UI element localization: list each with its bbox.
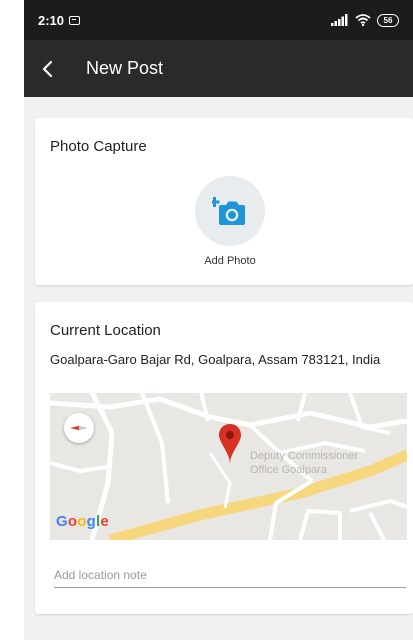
poi-label-line2: Office Goalpara: [250, 464, 327, 476]
google-logo-letter: e: [100, 513, 109, 530]
google-logo-letter: o: [77, 513, 87, 530]
current-location-card: Current Location Goalpara-Garo Bajar Rd,…: [35, 302, 413, 614]
signal-icon: [331, 14, 349, 26]
photo-capture-title: Photo Capture: [50, 138, 147, 155]
current-location-title: Current Location: [50, 322, 161, 339]
add-photo-label: Add Photo: [204, 255, 256, 267]
wifi-icon: [355, 14, 371, 26]
map-view[interactable]: Deputy Commissioner Office Goalpara Goog…: [50, 393, 407, 540]
add-photo-button[interactable]: [195, 176, 265, 246]
poi-label-line1: Deputy Commissioner: [250, 450, 359, 462]
address-text: Goalpara-Garo Bajar Rd, Goalpara, Assam …: [50, 352, 381, 367]
phone-screen: 2:10 56 New Post Photo Capture Add Photo…: [24, 0, 413, 640]
google-logo-letter: g: [86, 513, 96, 530]
location-pin-icon: [218, 423, 242, 470]
map-poi-label: Deputy Commissioner Office Goalpara: [250, 449, 400, 477]
compass-button[interactable]: [64, 413, 94, 443]
battery-indicator: 56: [377, 13, 399, 27]
status-bar: 2:10 56: [24, 0, 413, 40]
google-logo-letter: o: [67, 513, 78, 530]
photo-capture-card: Photo Capture Add Photo: [35, 118, 413, 285]
add-photo-icon: [212, 197, 245, 225]
back-arrow-icon[interactable]: [38, 59, 58, 79]
location-note-input[interactable]: [54, 566, 406, 588]
google-logo: Google: [56, 513, 109, 530]
status-time: 2:10: [38, 12, 65, 28]
page-title: New Post: [86, 58, 164, 78]
compass-icon: [70, 425, 88, 431]
app-bar: New Post: [24, 40, 413, 97]
google-logo-letter: G: [56, 513, 68, 530]
notification-icon: [69, 15, 81, 25]
